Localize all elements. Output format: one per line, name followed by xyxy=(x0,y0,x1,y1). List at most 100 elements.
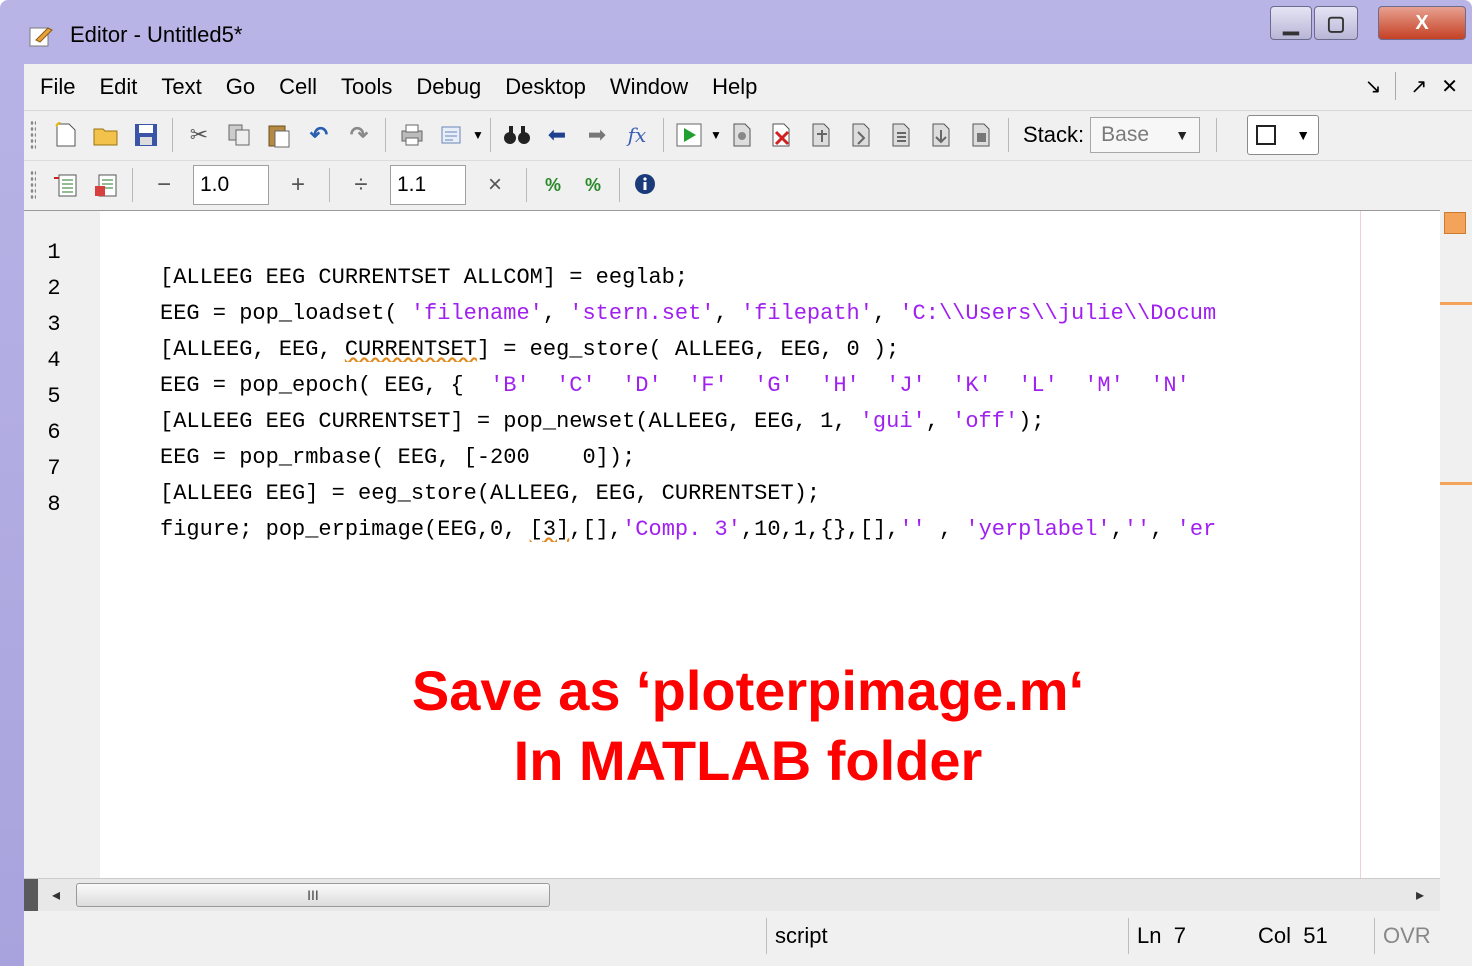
editor-client: File Edit Text Go Cell Tools Debug Deskt… xyxy=(24,64,1472,966)
ln-value: 7 xyxy=(1173,923,1186,948)
close-document-icon[interactable]: ✕ xyxy=(1441,74,1458,99)
col-value: 51 xyxy=(1303,923,1328,948)
code-line[interactable]: 4 EEG = pop_epoch( EEG, { 'B' 'C' 'D' 'F… xyxy=(24,323,1440,398)
dock-arrow-icon[interactable]: ↗ xyxy=(1410,74,1427,99)
editor-icon xyxy=(29,27,53,47)
clear-breakpoints-icon[interactable] xyxy=(768,121,796,149)
scrollbar-thumb[interactable]: III xyxy=(76,883,550,907)
multiply-value-field[interactable] xyxy=(390,165,466,205)
step-icon[interactable] xyxy=(808,121,836,149)
title-bar[interactable]: Editor - Untitled5* ▁ ▢ X xyxy=(0,0,1472,64)
decrement-button[interactable]: − xyxy=(153,171,175,199)
divide-button[interactable]: ÷ xyxy=(350,171,372,199)
breakpoint-icon[interactable] xyxy=(728,121,756,149)
warning-marker[interactable] xyxy=(1440,302,1472,305)
toolbar-separator xyxy=(132,168,133,202)
undo-icon[interactable]: ↶ xyxy=(305,121,333,149)
menu-help[interactable]: Help xyxy=(700,74,769,100)
warning-marker[interactable] xyxy=(1440,482,1472,485)
minimize-button[interactable]: ▁ xyxy=(1270,6,1312,40)
file-type-status: script xyxy=(766,918,1126,954)
chevron-down-icon: ▼ xyxy=(1175,127,1190,143)
step-out-icon[interactable] xyxy=(888,121,916,149)
ln-label: Ln xyxy=(1137,923,1162,948)
scrollbar-edge xyxy=(24,879,38,911)
menu-tools[interactable]: Tools xyxy=(329,74,404,100)
warning-indicator[interactable] xyxy=(1444,212,1466,234)
menu-text[interactable]: Text xyxy=(149,74,213,100)
percent-plus-icon[interactable]: % xyxy=(539,171,567,199)
line-status: Ln 7 xyxy=(1128,918,1238,954)
copy-icon[interactable] xyxy=(225,121,253,149)
paste-icon[interactable] xyxy=(265,121,293,149)
menu-window[interactable]: Window xyxy=(598,74,700,100)
menu-go[interactable]: Go xyxy=(214,74,267,100)
code-line[interactable]: 8 figure; pop_erpimage(EEG,0, [3],[],'Co… xyxy=(24,467,1440,542)
insert-cell-icon[interactable] xyxy=(52,171,80,199)
toolbar-grip[interactable] xyxy=(30,120,36,150)
column-status: Col 51 xyxy=(1250,918,1370,954)
menu-edit[interactable]: Edit xyxy=(87,74,149,100)
code-line[interactable]: 1 [ALLEEG EEG CURRENTSET ALLCOM] = eegla… xyxy=(24,215,1440,290)
run-icon[interactable] xyxy=(676,121,704,149)
code-line[interactable]: 3 [ALLEEG, EEG, CURRENTSET] = eeg_store(… xyxy=(24,287,1440,362)
toolbar-separator xyxy=(526,168,527,202)
maximize-button[interactable]: ▢ xyxy=(1314,6,1358,40)
new-file-icon[interactable] xyxy=(52,121,80,149)
code-line[interactable]: 6 EEG = pop_rmbase( EEG, [-200 0]); xyxy=(24,395,1440,470)
layout-icon xyxy=(1256,125,1277,145)
toolbar-separator xyxy=(619,168,620,202)
instruction-line-1: Save as ‘ploterpimage.m‘ xyxy=(411,659,1085,722)
scroll-left-icon[interactable]: ◂ xyxy=(52,885,60,905)
evaluate-cell-icon[interactable] xyxy=(92,171,120,199)
menu-debug[interactable]: Debug xyxy=(404,74,493,100)
toolbar-grip[interactable] xyxy=(30,170,36,200)
maximize-icon: ▢ xyxy=(1326,12,1346,35)
menu-cell[interactable]: Cell xyxy=(267,74,329,100)
exit-debug-icon[interactable] xyxy=(968,121,996,149)
open-folder-icon[interactable] xyxy=(92,121,120,149)
toolbar-separator xyxy=(385,118,386,152)
menu-desktop[interactable]: Desktop xyxy=(493,74,598,100)
save-icon[interactable] xyxy=(132,121,160,149)
line-number: 8 xyxy=(47,492,61,517)
increment-button[interactable]: + xyxy=(287,171,309,199)
layout-dropdown[interactable]: ▼ xyxy=(1247,115,1320,155)
back-arrow-icon[interactable]: ⬅ xyxy=(543,121,571,149)
chevron-down-icon: ▼ xyxy=(1296,127,1311,143)
toolbar-separator xyxy=(1008,118,1009,152)
main-toolbar: ✂ ↶ ↷ ▼ ⬅ ➡ f𝑥 ▼ Stack: Base ▼ ▼ xyxy=(24,110,1472,161)
scroll-right-icon[interactable]: ▸ xyxy=(1416,885,1424,905)
redo-icon[interactable]: ↷ xyxy=(345,121,373,149)
code-line[interactable]: 2 EEG = pop_loadset( 'filename', 'stern.… xyxy=(24,251,1440,326)
code-line[interactable]: 5 [ALLEEG EEG CURRENTSET] = pop_newset(A… xyxy=(24,359,1440,434)
find-icon[interactable] xyxy=(503,121,531,149)
undock-icon[interactable]: ↘ xyxy=(1365,74,1382,99)
info-icon[interactable] xyxy=(632,171,660,199)
publish-dropdown-icon[interactable]: ▼ xyxy=(472,121,484,149)
percent-down-icon[interactable]: % xyxy=(579,171,607,199)
stack-dropdown[interactable]: Base ▼ xyxy=(1090,117,1201,153)
step-in-icon[interactable] xyxy=(848,121,876,149)
publish-icon[interactable] xyxy=(438,121,466,149)
status-bar: script Ln 7 Col 51 OVR xyxy=(24,914,1472,958)
multiply-button[interactable]: × xyxy=(484,171,506,199)
close-button[interactable]: X xyxy=(1378,6,1466,40)
function-icon[interactable]: f𝑥 xyxy=(623,121,651,149)
forward-arrow-icon[interactable]: ➡ xyxy=(583,121,611,149)
stack-label: Stack: xyxy=(1023,122,1085,147)
toolbar-separator xyxy=(172,118,173,152)
toolbar-separator xyxy=(1216,118,1218,152)
cut-icon[interactable]: ✂ xyxy=(185,121,213,149)
increment-value-field[interactable] xyxy=(193,165,269,205)
stack-value: Base xyxy=(1101,123,1150,146)
editor-window: Editor - Untitled5* ▁ ▢ X File Edit Text… xyxy=(0,0,1472,966)
menu-bar: File Edit Text Go Cell Tools Debug Deskt… xyxy=(24,64,1472,111)
menu-file[interactable]: File xyxy=(24,74,87,100)
run-dropdown-icon[interactable]: ▼ xyxy=(710,121,722,149)
horizontal-scrollbar[interactable]: ◂ III ▸ xyxy=(24,878,1440,911)
continue-icon[interactable] xyxy=(928,121,956,149)
code-line[interactable]: 7 [ALLEEG EEG] = eeg_store(ALLEEG, EEG, … xyxy=(24,431,1440,506)
overwrite-status: OVR xyxy=(1374,918,1440,954)
print-icon[interactable] xyxy=(398,121,426,149)
